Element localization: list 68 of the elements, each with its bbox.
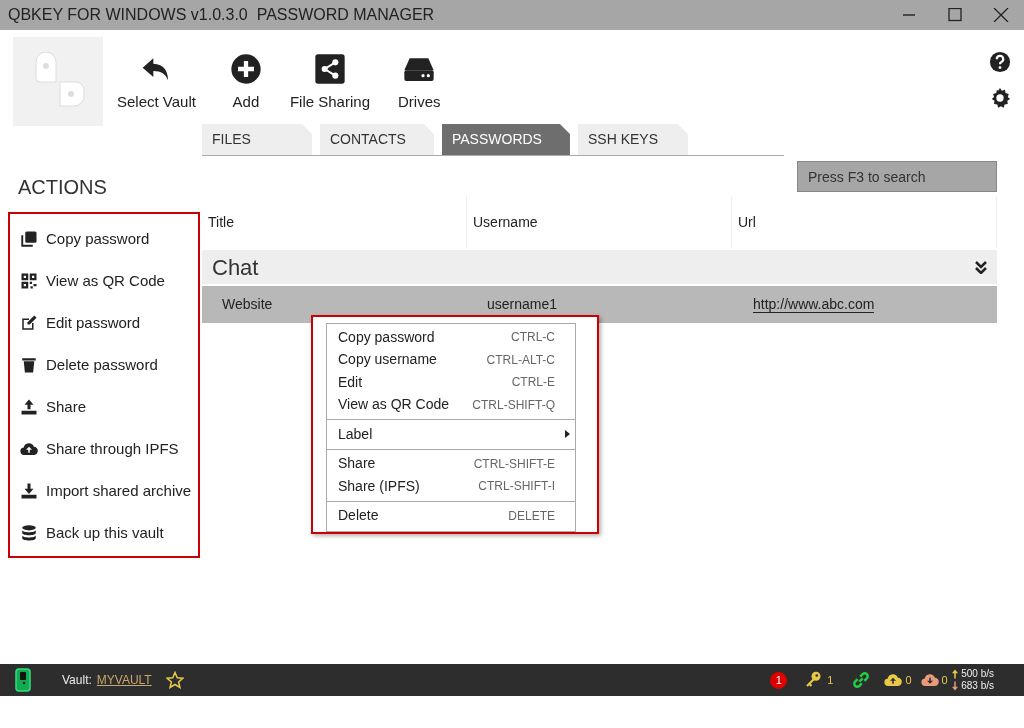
alert-count: 1: [770, 671, 788, 689]
database-icon: [20, 524, 38, 542]
toolbar-button[interactable]: Add: [229, 37, 262, 114]
submenu-arrow-icon: [565, 430, 570, 439]
trash-icon: [20, 356, 38, 374]
window-title: QBKEY FOR WINDOWS v1.0.3.0 PASSWORD MANAGER: [8, 5, 436, 25]
menu-item[interactable]: Share CTRL-SHIFT-E: [327, 452, 575, 475]
action-item[interactable]: Delete password: [10, 344, 198, 386]
menu-item[interactable]: Share (IPFS) CTRL-SHIFT-I: [327, 475, 575, 498]
toolbar-button[interactable]: File Sharing: [289, 37, 370, 114]
upload-icon: [20, 398, 38, 416]
share-icon: [313, 53, 346, 85]
tab[interactable]: FILES: [202, 124, 312, 155]
tab[interactable]: PASSWORDS: [441, 124, 570, 155]
action-item[interactable]: Edit password: [10, 302, 198, 344]
upload-count: 0: [905, 672, 912, 688]
phone-icon: [15, 668, 31, 692]
qr-code-icon: [20, 272, 38, 290]
down-arrow-icon: [951, 681, 958, 691]
up-arrow-icon: [951, 669, 958, 679]
key-count: 1: [827, 672, 834, 688]
menu-item[interactable]: Edit CTRL-E: [327, 371, 575, 394]
tab[interactable]: SSH KEYS: [577, 124, 688, 155]
cloud-upload-icon: [883, 671, 904, 689]
star-icon: [165, 671, 184, 689]
download-icon: [20, 482, 38, 500]
menu-item[interactable]: Delete DELETE: [327, 504, 575, 527]
username-cell-text: username1: [486, 295, 559, 314]
menu-item[interactable]: Copy password CTRL-C: [327, 326, 575, 349]
column-header: Title: [202, 196, 467, 248]
menu-item[interactable]: Label: [327, 423, 575, 446]
maximize-icon: [947, 8, 963, 22]
minimize-icon: [903, 14, 915, 16]
section-heading: ACTIONS: [17, 175, 108, 200]
help-icon: [989, 51, 1011, 73]
column-header: Username: [467, 196, 732, 248]
action-item[interactable]: View as QR Code: [10, 260, 198, 302]
action-item[interactable]: Copy password: [10, 218, 198, 260]
action-item[interactable]: Share through IPFS: [10, 428, 198, 470]
vault-link[interactable]: MYVAULT: [96, 671, 152, 689]
column-header: Url: [732, 196, 997, 248]
toolbar-button[interactable]: Drives: [398, 37, 441, 114]
link-icon: [851, 670, 872, 690]
action-item[interactable]: Share: [10, 386, 198, 428]
download-rate: 683 b/s: [961, 680, 994, 692]
settings-icon: [989, 87, 1011, 109]
copy-icon: [20, 230, 38, 248]
toolbar-button[interactable]: Select Vault: [117, 37, 196, 114]
action-item[interactable]: Import shared archive: [10, 470, 198, 512]
plus-circle-icon: [229, 53, 262, 85]
tab[interactable]: CONTACTS: [320, 124, 434, 155]
download-count: 0: [941, 672, 948, 688]
group-title: Chat: [212, 253, 259, 282]
cloud-upload-icon: [20, 440, 38, 458]
edit-icon: [20, 314, 38, 332]
url-link[interactable]: http://www.abc.com: [753, 295, 875, 314]
double-chevron-down-icon: [975, 260, 987, 274]
menu-item[interactable]: View as QR Code CTRL-SHIFT-Q: [327, 393, 575, 416]
upload-rate: 500 b/s: [961, 668, 994, 680]
close-icon: [993, 8, 1009, 22]
title-cell-text: Website: [221, 295, 274, 314]
group-header[interactable]: Chat: [202, 250, 997, 284]
action-item[interactable]: Back up this vault: [10, 512, 198, 554]
vault-label: Vault:: [62, 672, 92, 689]
table-row[interactable]: Website username1 http://www.abc.com: [202, 286, 997, 323]
menu-item[interactable]: Copy username CTRL-ALT-C: [327, 348, 575, 371]
cloud-download-icon: [919, 671, 940, 689]
search-field[interactable]: Press F3 to search: [797, 161, 997, 192]
